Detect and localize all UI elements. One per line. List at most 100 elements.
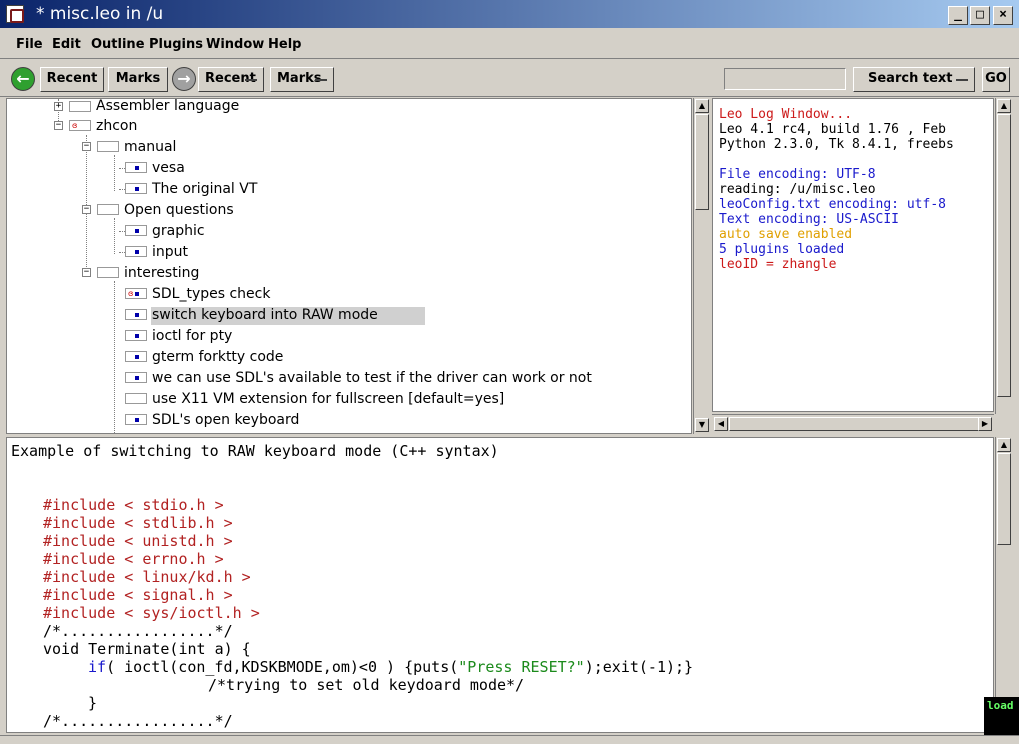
menu-outline[interactable]: Outline bbox=[91, 37, 145, 52]
scroll-down-icon[interactable]: ▼ bbox=[695, 418, 709, 432]
body-scrollbar[interactable]: ▲ bbox=[995, 437, 1012, 697]
collapse-icon[interactable]: − bbox=[82, 205, 91, 214]
node-label: we can use SDL's available to test if th… bbox=[152, 370, 592, 386]
node-icon bbox=[97, 141, 119, 152]
node-label: SDL_types check bbox=[152, 286, 271, 302]
scroll-left-icon[interactable]: ◀ bbox=[714, 417, 728, 431]
scroll-up-icon[interactable]: ▲ bbox=[695, 99, 709, 113]
node-label: Open questions bbox=[124, 202, 234, 218]
close-button[interactable]: × bbox=[993, 6, 1013, 25]
scroll-thumb[interactable] bbox=[997, 114, 1011, 397]
node-icon bbox=[97, 204, 119, 215]
node-label: The original VT bbox=[152, 181, 258, 197]
string-literal: "Press RESET?" bbox=[458, 658, 585, 676]
log-line: Leo Log Window... bbox=[719, 107, 853, 122]
minimize-button[interactable]: _ bbox=[948, 6, 968, 25]
menu-file[interactable]: File bbox=[16, 37, 43, 52]
log-line: Leo 4.1 rc4, build 1.76 , Feb bbox=[719, 122, 946, 137]
forward-arrow-icon[interactable]: → bbox=[172, 67, 196, 91]
scroll-up-icon[interactable]: ▲ bbox=[997, 99, 1011, 113]
keyword: if bbox=[88, 658, 107, 676]
scroll-right-icon[interactable]: ▶ bbox=[978, 417, 992, 431]
scroll-thumb[interactable] bbox=[729, 417, 979, 431]
node-label: graphic bbox=[152, 223, 205, 239]
outline-scrollbar[interactable]: ▲ ▼ bbox=[693, 98, 710, 434]
code-text: );exit(-1);} bbox=[584, 658, 694, 676]
collapse-icon[interactable]: − bbox=[82, 268, 91, 277]
search-text-button[interactable]: Search text bbox=[853, 67, 975, 92]
node-icon: ɞ bbox=[69, 120, 91, 131]
node-label: ioctl for pty bbox=[152, 328, 233, 344]
collapse-icon[interactable]: − bbox=[82, 142, 91, 151]
scroll-up-icon[interactable]: ▲ bbox=[997, 438, 1011, 452]
collapse-icon[interactable]: − bbox=[54, 121, 63, 130]
node-icon bbox=[125, 162, 147, 173]
node-icon bbox=[125, 225, 147, 236]
node-icon bbox=[125, 372, 147, 383]
menu-plugins[interactable]: Plugins bbox=[149, 37, 203, 52]
node-label: use X11 VM extension for fullscreen [def… bbox=[152, 391, 505, 407]
log-pane[interactable]: Leo Log Window... Leo 4.1 rc4, build 1.7… bbox=[712, 98, 994, 412]
menu-help[interactable]: Help bbox=[268, 37, 301, 52]
menu-indicator-icon bbox=[315, 79, 327, 81]
menu-edit[interactable]: Edit bbox=[52, 37, 81, 52]
node-icon bbox=[125, 351, 147, 362]
node-label: Assembler language bbox=[96, 98, 240, 114]
content-dot-icon bbox=[135, 187, 139, 191]
menu-indicator-icon bbox=[956, 79, 968, 81]
log-scrollbar[interactable]: ▲ bbox=[995, 98, 1012, 414]
log-line: leoID = zhangle bbox=[719, 257, 837, 272]
log-hscrollbar[interactable]: ◀ ▶ bbox=[712, 414, 994, 433]
content-dot-icon bbox=[135, 355, 139, 359]
menu-bar: File Edit Outline Plugins Window Help bbox=[0, 31, 1019, 59]
code-line: /*.................*/ bbox=[43, 712, 233, 730]
content-dot-icon bbox=[135, 334, 139, 338]
outline-pane[interactable]: + Assembler language − ɞ zhcon − manual … bbox=[6, 98, 692, 434]
recent-menu-button[interactable]: Recent bbox=[198, 67, 264, 92]
node-icon bbox=[69, 101, 91, 112]
code-line: #include < unistd.h > bbox=[43, 532, 233, 550]
load-label: load bbox=[987, 699, 1014, 712]
node-icon bbox=[125, 309, 147, 320]
back-arrow-icon[interactable]: ← bbox=[11, 67, 35, 91]
marks-button[interactable]: Marks bbox=[108, 67, 168, 92]
node-icon bbox=[125, 393, 147, 404]
clone-mark-icon: ɞ bbox=[128, 289, 134, 298]
tree-line bbox=[114, 218, 115, 254]
code-line: if( ioctl(con_fd,KDSKBMODE,om)<0 ) {puts… bbox=[88, 658, 693, 676]
node-icon bbox=[125, 414, 147, 425]
node-label: gterm forktty code bbox=[152, 349, 284, 365]
log-line: leoConfig.txt encoding: utf-8 bbox=[719, 197, 946, 212]
log-line: auto save enabled bbox=[719, 227, 853, 242]
log-line: 5 plugins loaded bbox=[719, 242, 845, 257]
body-heading: Example of switching to RAW keyboard mod… bbox=[11, 442, 499, 460]
code-text: ( ioctl(con_fd,KDSKBMODE,om)<0 ) {puts( bbox=[106, 658, 459, 676]
log-line: Text encoding: US-ASCII bbox=[719, 212, 900, 227]
node-label: input bbox=[152, 244, 189, 260]
scroll-thumb[interactable] bbox=[997, 453, 1011, 545]
marks-menu-button[interactable]: Marks bbox=[270, 67, 334, 92]
body-text-editor[interactable]: Example of switching to RAW keyboard mod… bbox=[6, 437, 994, 733]
content-dot-icon bbox=[135, 250, 139, 254]
node-label: switch keyboard into RAW mode bbox=[152, 307, 378, 323]
code-line: } bbox=[88, 694, 98, 712]
expand-icon[interactable]: + bbox=[54, 102, 63, 111]
code-line: #include < linux/kd.h > bbox=[43, 568, 251, 586]
scroll-thumb[interactable] bbox=[695, 114, 709, 210]
search-input[interactable] bbox=[724, 68, 846, 90]
content-dot-icon bbox=[135, 418, 139, 422]
content-dot-icon bbox=[135, 166, 139, 170]
maximize-button[interactable]: □ bbox=[970, 6, 990, 25]
leo-app-icon[interactable] bbox=[6, 5, 24, 23]
menu-window[interactable]: Window bbox=[206, 37, 264, 52]
go-button[interactable]: GO bbox=[982, 67, 1010, 92]
recent-button[interactable]: Recent bbox=[40, 67, 104, 92]
content-dot-icon bbox=[135, 313, 139, 317]
node-label: SDL's open keyboard bbox=[152, 412, 300, 428]
code-line: void Terminate(int a) { bbox=[43, 640, 251, 658]
log-line: Python 2.3.0, Tk 8.4.1, freebs bbox=[719, 137, 954, 152]
code-line: #include < stdio.h > bbox=[43, 496, 224, 514]
search-text-label: Search text bbox=[868, 71, 953, 86]
content-dot-icon bbox=[135, 229, 139, 233]
log-line: reading: /u/misc.leo bbox=[719, 182, 876, 197]
